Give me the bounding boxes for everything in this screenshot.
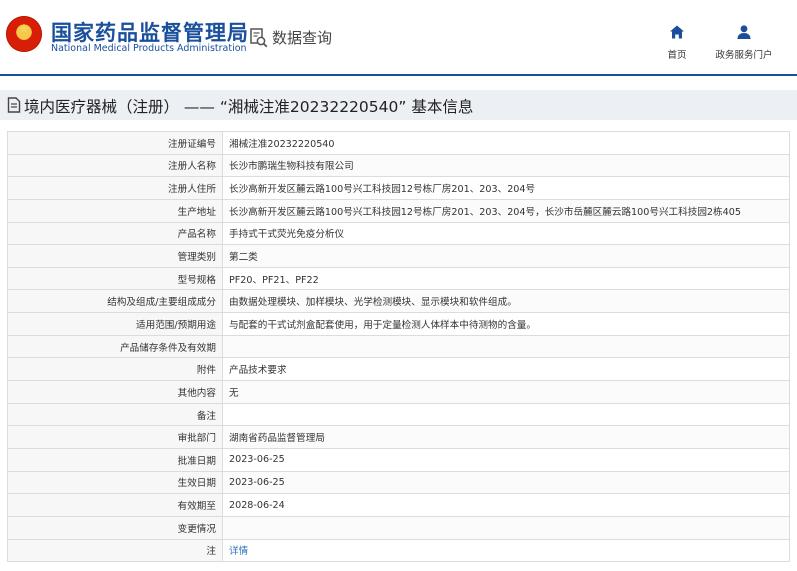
row-label: 其他内容 [7,380,223,404]
table-row: 注详情 [7,538,790,563]
row-label: 注 [7,538,223,563]
table-row: 注册人住所 长沙高新开发区麓云路100号兴工科技园12号栋厂房201、203、20… [7,176,790,200]
row-label: 批准日期 [7,447,223,472]
search-document-icon [250,27,268,48]
table-row: 变更情况 [7,515,790,540]
table-row: 备注 [7,402,790,427]
row-value [222,515,790,540]
row-value: PF20、PF21、PF22 [222,266,790,291]
table-row: 产品名称 手持式干式荧光免疫分析仪 [7,221,790,246]
row-label: 审批部门 [7,425,223,449]
table-row: 注册证编号 湘械注准20232220540 [7,131,790,155]
header-divider [0,74,797,76]
data-query-link[interactable]: 数据查询 [250,27,332,48]
row-label: 结构及组成/主要组成成分 [7,289,223,314]
row-value: 2023-06-25 [222,447,790,472]
row-label: 注册人名称 [7,153,223,178]
page-title: 境内医疗器械（注册） —— “湘械注准20232220540” 基本信息 [24,98,474,116]
row-label: 管理类别 [7,244,223,268]
site-subtitle: National Medical Products Administration [51,43,247,54]
row-label: 注册证编号 [7,131,223,155]
row-value: 长沙高新开发区麓云路100号兴工科技园12号栋厂房201、203、204号，长沙… [222,198,790,223]
details-link[interactable]: 详情 [229,546,248,557]
table-row: 适用范围/预期用途 与配套的干式试剂盒配套使用，用于定量检测人体样本中待测物的含量… [7,312,790,336]
nav-service-portal-label: 政务服务门户 [715,50,773,61]
nav-home-label: 首页 [667,50,687,61]
row-label: 备注 [7,402,223,427]
row-label: 产品名称 [7,221,223,246]
row-value: 产品技术要求 [222,357,790,382]
row-value: 湘械注准20232220540 [222,131,790,155]
row-label: 注册人住所 [7,176,223,200]
document-icon [7,97,21,113]
row-label: 生产地址 [7,198,223,223]
user-icon [736,24,752,40]
row-value [222,402,790,427]
nav-service-portal[interactable]: 政务服务门户 [712,24,776,61]
row-value: 长沙市鹏瑞生物科技有限公司 [222,153,790,178]
row-value: 与配套的干式试剂盒配套使用，用于定量检测人体样本中待测物的含量。 [222,312,790,336]
nav-home[interactable]: 首页 [662,24,692,61]
row-value: 无 [222,380,790,404]
table-row: 批准日期 2023-06-25 [7,447,790,472]
site-header: ★ 国家药品监督管理局 National Medical Products Ad… [0,0,797,76]
table-row: 生产地址 长沙高新开发区麓云路100号兴工科技园12号栋厂房201、203、204… [7,198,790,223]
table-row: 结构及组成/主要组成成分 由数据处理模块、加样模块、光学检测模块、显示模块和软件组… [7,289,790,314]
table-row: 型号规格 PF20、PF21、PF22 [7,266,790,291]
data-query-label: 数据查询 [272,29,333,47]
row-label: 生效日期 [7,470,223,495]
table-row: 其他内容无 [7,380,790,404]
row-label: 变更情况 [7,515,223,540]
home-icon [669,24,685,40]
row-value: 由数据处理模块、加样模块、光学检测模块、显示模块和软件组成。 [222,289,790,314]
table-row: 有效期至 2028-06-24 [7,493,790,517]
row-value: 详情 [222,538,790,563]
row-label: 型号规格 [7,266,223,291]
device-info-table: 注册证编号 湘械注准20232220540 注册人名称 长沙市鹏瑞生物科技有限公司 … [7,131,790,563]
row-label: 适用范围/预期用途 [7,312,223,336]
table-row: 产品储存条件及有效期 [7,334,790,359]
table-row: 管理类别 第二类 [7,244,790,268]
table-row: 注册人名称 长沙市鹏瑞生物科技有限公司 [7,153,790,178]
row-label: 附件 [7,357,223,382]
national-emblem-logo: ★ [6,16,42,52]
row-label: 产品储存条件及有效期 [7,334,223,359]
table-row: 审批部门 湖南省药品监督管理局 [7,425,790,449]
row-value: 湖南省药品监督管理局 [222,425,790,449]
row-value: 长沙高新开发区麓云路100号兴工科技园12号栋厂房201、203、204号 [222,176,790,200]
table-row: 生效日期 2023-06-25 [7,470,790,495]
table-row: 附件 产品技术要求 [7,357,790,382]
row-value [222,334,790,359]
row-value: 2023-06-25 [222,470,790,495]
row-label: 有效期至 [7,493,223,517]
row-value: 2028-06-24 [222,493,790,517]
row-value: 第二类 [222,244,790,268]
row-value: 手持式干式荧光免疫分析仪 [222,221,790,246]
page-title-bar: 境内医疗器械（注册） —— “湘械注准20232220540” 基本信息 [0,90,797,120]
